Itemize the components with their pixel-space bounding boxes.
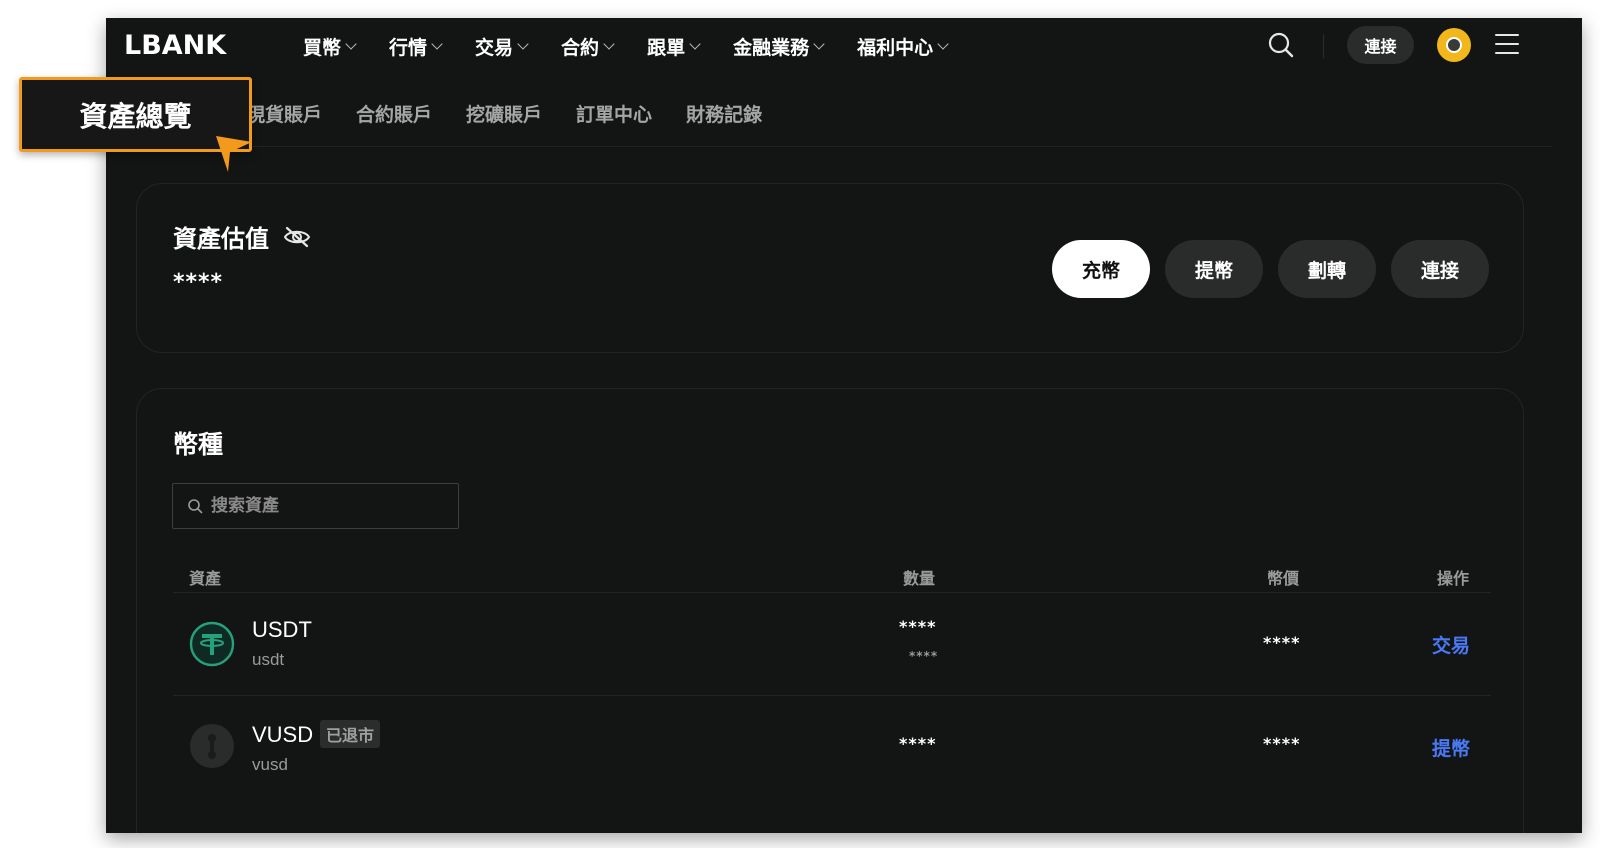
callout-pointer-icon [216, 136, 252, 172]
withdraw-button[interactable]: 提幣 [1165, 240, 1263, 298]
usdt-coin-icon [189, 621, 235, 667]
delisted-badge: 已退市 [320, 720, 381, 748]
chevron-down-icon [813, 37, 825, 50]
chevron-down-icon [689, 37, 701, 50]
withdraw-link[interactable]: 提幣 [1432, 734, 1470, 761]
search-icon[interactable] [1268, 32, 1294, 58]
column-header-price: 幣價 [1267, 569, 1300, 588]
price-value: **** [1263, 734, 1301, 753]
tab-spot-account[interactable]: 現貨賬戶 [246, 100, 322, 130]
vusd-coin-icon [190, 724, 234, 768]
nav-item-label: 跟單 [647, 36, 686, 59]
avatar-icon [1446, 37, 1462, 53]
valuation-amount: **** [173, 270, 224, 295]
transfer-button[interactable]: 劃轉 [1278, 240, 1376, 298]
nav-item-label: 合約 [561, 36, 600, 59]
connect-action-button[interactable]: 連接 [1391, 240, 1489, 298]
table-header-divider [173, 592, 1491, 593]
search-icon [188, 499, 203, 514]
column-header-actions: 操作 [1437, 569, 1470, 588]
chevron-down-icon [937, 37, 949, 50]
account-tabs: 現貨賬戶 合約賬戶 挖礦賬戶 訂單中心 財務記錄 [246, 100, 762, 130]
trade-link[interactable]: 交易 [1432, 631, 1470, 658]
app-window: LBANK 買幣 行情 交易 合約 跟單 金融業務 福利中心 連接 現貨賬戶 合… [106, 18, 1582, 833]
nav-item-label: 金融業務 [733, 36, 810, 59]
chevron-down-icon [603, 37, 615, 50]
top-navigation: LBANK 買幣 行情 交易 合約 跟單 金融業務 福利中心 連接 [106, 18, 1582, 74]
tab-futures-account[interactable]: 合約賬戶 [356, 100, 432, 130]
quantity-value: **** [899, 617, 937, 636]
asset-search-input[interactable] [211, 496, 441, 516]
coin-name: vusd [252, 755, 288, 774]
quantity-value: **** [899, 734, 937, 753]
nav-item-futures[interactable]: 合約 [561, 33, 615, 60]
quantity-sub-value: **** [909, 649, 939, 663]
tabs-divider [136, 146, 1552, 147]
price-value: **** [1263, 633, 1301, 652]
nav-item-finance[interactable]: 金融業務 [733, 33, 825, 60]
nav-item-copy-trading[interactable]: 跟單 [647, 33, 701, 60]
coin-symbol: USDT [252, 617, 312, 642]
nav-item-markets[interactable]: 行情 [389, 33, 443, 60]
avatar[interactable] [1437, 28, 1471, 62]
tab-mining-account[interactable]: 挖礦賬戶 [466, 100, 542, 130]
main-nav: 買幣 行情 交易 合約 跟單 金融業務 福利中心 [303, 18, 949, 74]
valuation-header: 資產估值 [173, 219, 311, 254]
column-header-asset: 資產 [189, 569, 222, 588]
valuation-title: 資產估值 [173, 225, 269, 253]
tab-financial-records[interactable]: 財務記錄 [686, 100, 762, 130]
column-header-quantity: 數量 [903, 569, 936, 588]
row-divider [173, 695, 1491, 696]
coin-symbol: VUSD [252, 722, 314, 747]
brand-logo[interactable]: LBANK [124, 30, 226, 61]
valuation-actions: 充幣 提幣 劃轉 連接 [1052, 240, 1489, 298]
chevron-down-icon [517, 37, 529, 50]
tab-order-center[interactable]: 訂單中心 [576, 100, 652, 130]
nav-item-buy-crypto[interactable]: 買幣 [303, 33, 357, 60]
deposit-button[interactable]: 充幣 [1052, 240, 1150, 298]
nav-item-label: 福利中心 [857, 36, 934, 59]
coin-name: usdt [252, 650, 285, 669]
connect-button[interactable]: 連接 [1347, 26, 1414, 64]
asset-search-field[interactable] [172, 483, 459, 529]
chevron-down-icon [345, 37, 357, 50]
eye-off-icon[interactable] [283, 226, 311, 248]
nav-item-label: 買幣 [303, 36, 342, 59]
nav-item-rewards[interactable]: 福利中心 [857, 33, 949, 60]
chevron-down-icon [431, 37, 443, 50]
asset-valuation-card: 資產估值 **** 充幣 提幣 劃轉 連接 [136, 183, 1524, 353]
coins-card: 幣種 資產 數量 幣價 操作 USDT usdt **** **** *** [136, 388, 1524, 833]
coins-title: 幣種 [173, 430, 224, 459]
hamburger-menu-icon[interactable] [1495, 34, 1519, 54]
nav-divider [1323, 34, 1324, 58]
nav-item-trade[interactable]: 交易 [475, 33, 529, 60]
nav-item-label: 行情 [389, 36, 428, 59]
nav-item-label: 交易 [475, 36, 514, 59]
